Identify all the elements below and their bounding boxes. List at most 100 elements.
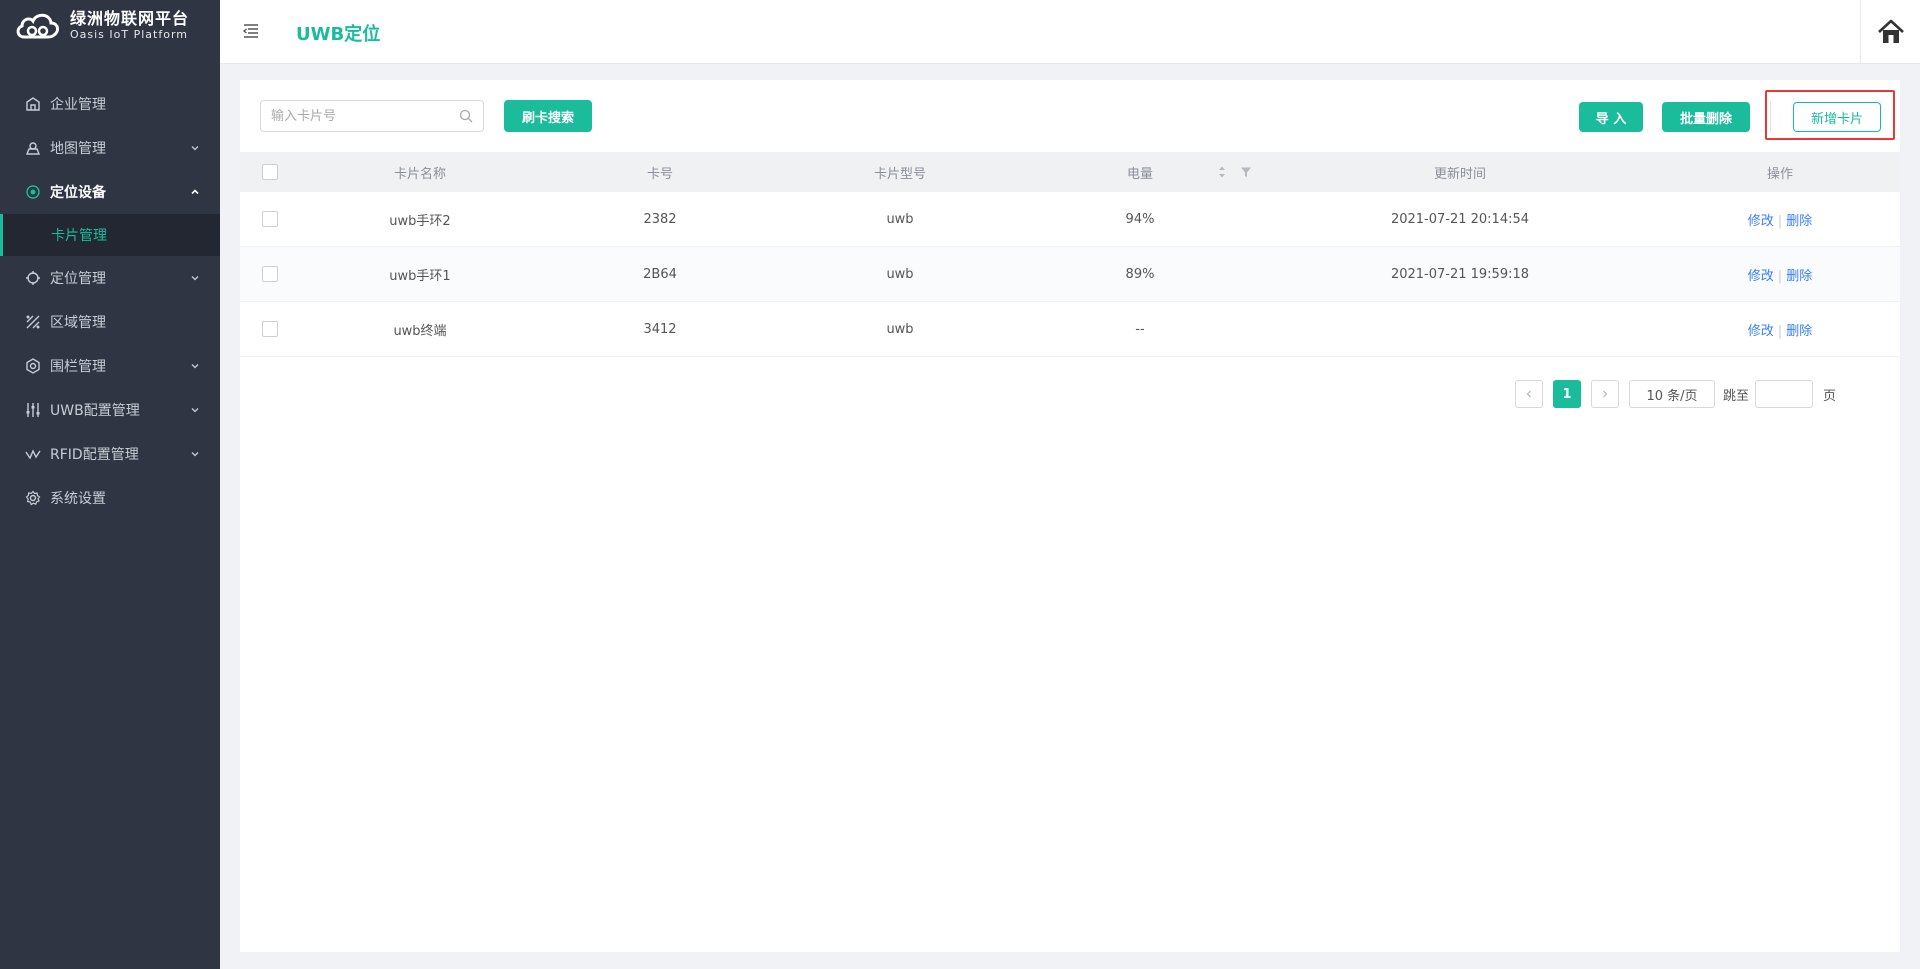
column-header-name: 卡片名称: [393, 166, 446, 182]
page-number-current[interactable]: 1: [1552, 380, 1581, 408]
sidebar-item-locator-device[interactable]: 定位设备: [0, 170, 220, 214]
card-number-search-input[interactable]: [261, 101, 451, 131]
sidebar-item-label: RFID配置管理: [50, 447, 139, 463]
cell-card-number: 3412: [643, 321, 677, 337]
action-separator: |: [1777, 213, 1783, 229]
row-checkbox[interactable]: [262, 211, 278, 227]
action-separator: |: [1777, 268, 1783, 284]
enterprise-icon: [24, 95, 42, 113]
cell-card-number: 2B64: [643, 266, 677, 282]
locator-device-icon: [24, 183, 42, 201]
edit-link[interactable]: 修改: [1748, 214, 1774, 229]
cell-updated-time: 2021-07-21 19:59:18: [1390, 266, 1530, 282]
column-header-battery[interactable]: 电量: [1020, 163, 1260, 182]
chevron-left-icon: [1526, 390, 1531, 398]
sidebar-item-label: 定位设备: [50, 185, 106, 201]
side-menu: 企业管理 地图管理 定位设备 卡片管理 定位管理 区域管理 围栏管理 UWB配置…: [0, 82, 220, 520]
import-button[interactable]: 导 入: [1579, 102, 1643, 132]
sidebar-subitem-card-management[interactable]: 卡片管理: [0, 214, 220, 256]
brand-name: 绿洲物联网平台: [70, 9, 190, 28]
submenu: 卡片管理: [0, 214, 220, 256]
edit-link[interactable]: 修改: [1748, 324, 1774, 339]
sidebar-item-label: 地图管理: [50, 141, 106, 157]
chevron-down-icon: [191, 146, 199, 151]
chevron-right-icon: [1603, 390, 1608, 398]
search-icon[interactable]: [459, 109, 473, 123]
delete-link[interactable]: 删除: [1786, 269, 1812, 284]
jump-label: 跳至: [1722, 388, 1749, 404]
home-button[interactable]: [1860, 0, 1920, 64]
page-size-select[interactable]: 10 条/页: [1628, 380, 1715, 408]
sidebar-item-label: 企业管理: [50, 97, 106, 113]
add-card-button[interactable]: 新增卡片: [1793, 102, 1881, 132]
sidebar-item-enterprise[interactable]: 企业管理: [0, 82, 220, 126]
cell-card-number: 2382: [643, 211, 677, 227]
chevron-down-icon: [191, 452, 199, 457]
page-label: 页: [1822, 388, 1836, 404]
cell-battery: --: [1135, 321, 1145, 337]
sliders-icon: [24, 401, 42, 419]
select-all-checkbox[interactable]: [262, 164, 278, 180]
cards-table: 卡片名称 卡号 卡片型号 电量 更新时间 操作 uwb手环2 2382 uwb …: [240, 152, 1900, 357]
table-header: 卡片名称 卡号 卡片型号 电量 更新时间 操作: [240, 152, 1900, 192]
sidebar-item-rfid-config[interactable]: RFID配置管理: [0, 432, 220, 476]
cell-card-name: uwb手环1: [389, 268, 451, 284]
brand-logo[interactable]: 绿洲物联网平台 Oasis IoT Platform: [0, 0, 220, 52]
bulk-delete-button[interactable]: 批量删除: [1662, 102, 1750, 132]
cell-actions: 修改 | 删除: [1660, 320, 1900, 339]
column-header-model: 卡片型号: [873, 166, 926, 182]
row-checkbox[interactable]: [262, 266, 278, 282]
cloud-logo-icon: [16, 13, 60, 39]
sidebar-item-location-management[interactable]: 定位管理: [0, 256, 220, 300]
gear-icon: [24, 489, 42, 507]
sidebar-item-region[interactable]: 区域管理: [0, 300, 220, 344]
table-row: uwb手环1 2B64 uwb 89% 2021-07-21 19:59:18 …: [240, 247, 1900, 302]
sidebar-item-label: 区域管理: [50, 315, 106, 331]
sidebar-item-fence[interactable]: 围栏管理: [0, 344, 220, 388]
chevron-up-icon: [191, 189, 199, 195]
sidebar-item-label: 系统设置: [50, 491, 106, 507]
delete-link[interactable]: 删除: [1786, 214, 1812, 229]
filter-icon[interactable]: [1240, 166, 1252, 178]
crosshair-icon: [24, 269, 42, 287]
jump-page-input[interactable]: [1754, 380, 1813, 408]
prev-page-button[interactable]: [1514, 380, 1543, 408]
map-icon: [24, 139, 42, 157]
table-row: uwb手环2 2382 uwb 94% 2021-07-21 20:14:54 …: [240, 192, 1900, 247]
sidebar-item-uwb-config[interactable]: UWB配置管理: [0, 388, 220, 432]
sidebar-item-label: UWB配置管理: [50, 403, 140, 419]
sidebar: 绿洲物联网平台 Oasis IoT Platform 企业管理 地图管理 定位设…: [0, 0, 220, 969]
row-checkbox[interactable]: [262, 321, 278, 337]
cell-card-model: uwb: [886, 266, 914, 282]
column-header-number: 卡号: [646, 166, 673, 182]
menu-collapse-icon[interactable]: [242, 22, 260, 40]
chevron-down-icon: [191, 364, 199, 369]
chevron-down-icon: [191, 408, 199, 413]
content-card: 刷卡搜索 导 入 批量删除 新增卡片 卡片名称 卡号 卡片型号 电量 更新时间 …: [240, 80, 1900, 952]
cell-card-model: uwb: [886, 211, 914, 227]
swipe-search-button[interactable]: 刷卡搜索: [504, 100, 592, 132]
region-icon: [24, 313, 42, 331]
top-header: UWB定位: [220, 0, 1920, 64]
cell-actions: 修改 | 删除: [1660, 210, 1900, 229]
sidebar-item-system-settings[interactable]: 系统设置: [0, 476, 220, 520]
cell-card-model: uwb: [886, 321, 914, 337]
cell-battery: 89%: [1125, 266, 1155, 282]
sort-icon[interactable]: [1218, 165, 1226, 179]
sidebar-item-label: 定位管理: [50, 271, 106, 287]
sidebar-item-map[interactable]: 地图管理: [0, 126, 220, 170]
cell-card-name: uwb手环2: [389, 213, 451, 229]
chevron-down-icon: [191, 276, 199, 281]
cell-actions: 修改 | 删除: [1660, 265, 1900, 284]
cell-battery: 94%: [1125, 211, 1155, 227]
next-page-button[interactable]: [1590, 380, 1619, 408]
pagination: 1 10 条/页 跳至 页: [1514, 380, 1836, 408]
column-header-actions: 操作: [1766, 166, 1793, 182]
delete-link[interactable]: 删除: [1786, 324, 1812, 339]
cell-card-name: uwb终端: [393, 323, 447, 339]
sidebar-item-label: 围栏管理: [50, 359, 106, 375]
toolbar-divider: [1770, 102, 1771, 132]
edit-link[interactable]: 修改: [1748, 269, 1774, 284]
toolbar: 刷卡搜索 导 入 批量删除 新增卡片: [240, 80, 1900, 152]
signal-icon: [24, 445, 42, 463]
